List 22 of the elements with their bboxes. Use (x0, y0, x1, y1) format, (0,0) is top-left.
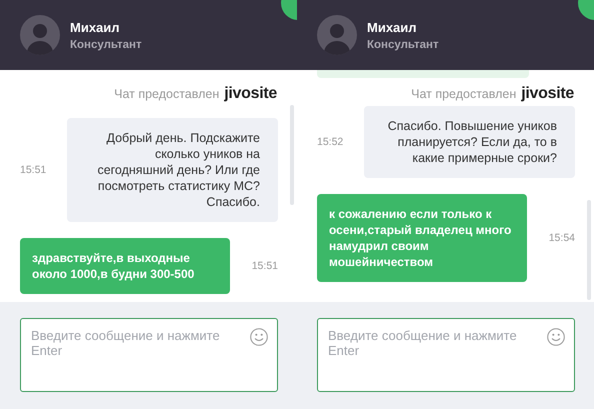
message-time: 15:51 (252, 260, 278, 272)
message-time: 15:52 (317, 136, 344, 148)
agent-name: Михаил (367, 20, 418, 34)
message-field[interactable]: Введите сообщение и нажмите Enter (317, 318, 575, 392)
visitor-message: Спасибо. Повышение уников планируется? Если да, то в какие примерные сроки? (364, 106, 575, 178)
agent-role: Консультант (70, 38, 142, 50)
smiley-icon[interactable] (547, 328, 565, 346)
message-field[interactable]: Введите сообщение и нажмите Enter (20, 318, 278, 392)
message-time: 15:54 (548, 232, 575, 244)
brand-logo[interactable]: jivosite (521, 85, 574, 103)
agent-role: Консультант (367, 38, 439, 50)
avatar-icon (20, 15, 60, 55)
credit-text: Чат предоставлен (411, 87, 516, 101)
agent-name: Михаил (70, 20, 121, 34)
avatar-icon (317, 15, 357, 55)
visitor-message: Добрый день. Подскажите сколько уников на сегодняшний день? Или где посмотреть статистику МС? Спасибо. (67, 118, 278, 222)
smiley-icon[interactable] (250, 328, 268, 346)
agent-message: здравствуйте,в выходные около 1000,в будни 300-500 (20, 238, 230, 294)
message-time: 15:51 (20, 164, 46, 176)
agent-message: к сожалению если только к осени,старый владелец много намудрил своим мошейничеством (317, 194, 527, 282)
credit-text: Чат предоставлен (114, 87, 220, 101)
brand-logo[interactable]: jivosite (224, 85, 277, 103)
